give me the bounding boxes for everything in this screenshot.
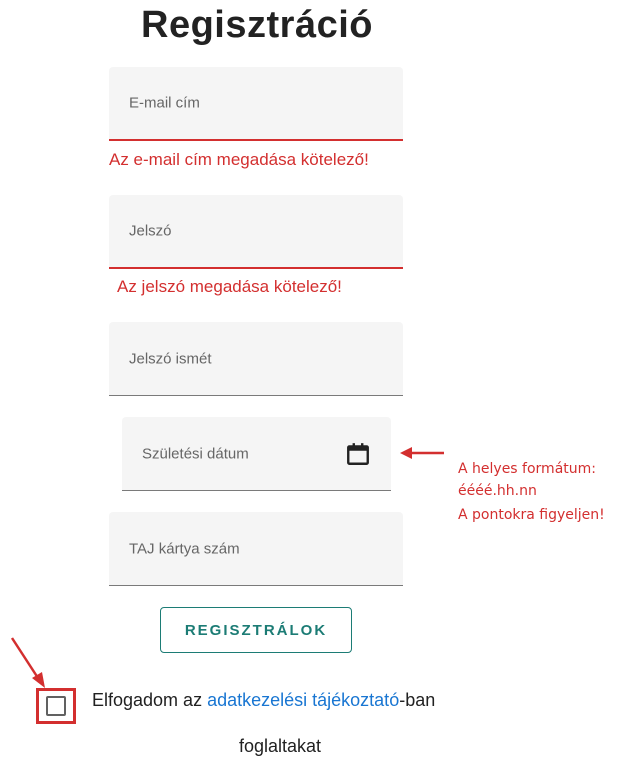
consent-text: Elfogadom az adatkezelési tájékoztató-ba… (92, 690, 435, 711)
consent-checkbox[interactable] (46, 696, 66, 716)
consent-suffix: -ban (399, 690, 436, 710)
email-error-text: Az e-mail cím megadása kötelező! (109, 150, 369, 169)
password-confirm-field-label: Jelszó ismét (129, 350, 212, 367)
password-field[interactable]: Jelszó (109, 195, 403, 269)
password-error-text: Az jelszó megadása kötelező! (117, 277, 342, 296)
consent-prefix: Elfogadom az (92, 690, 208, 710)
page-title: Regisztráció (141, 4, 373, 46)
consent-text-line-2: foglaltakat (238, 736, 322, 756)
birth-date-field[interactable]: Születési dátum (122, 417, 391, 491)
dots-note: A pontokra figyeljen! (458, 507, 605, 523)
password-confirm-field[interactable]: Jelszó ismét (109, 322, 403, 396)
email-field-label: E-mail cím (129, 94, 200, 112)
annotation-arrow-date (400, 447, 444, 459)
register-button[interactable]: REGISZTRÁLOK (160, 607, 352, 653)
calendar-icon[interactable] (345, 441, 371, 467)
password-field-label: Jelszó (129, 222, 172, 240)
email-field[interactable]: E-mail cím (109, 67, 403, 141)
taj-field[interactable]: TAJ kártya szám (109, 512, 403, 586)
birth-date-field-label: Születési dátum (142, 445, 249, 462)
annotation-arrow-checkbox (10, 637, 45, 688)
taj-field-label: TAJ kártya szám (129, 540, 240, 557)
format-note-line-1: A helyes formátum: (458, 461, 596, 477)
privacy-policy-link[interactable]: adatkezelési tájékoztató (207, 690, 399, 710)
format-note-line-2: éééé.hh.nn (458, 483, 537, 499)
format-note: A helyes formátum: éééé.hh.nn (458, 458, 596, 502)
